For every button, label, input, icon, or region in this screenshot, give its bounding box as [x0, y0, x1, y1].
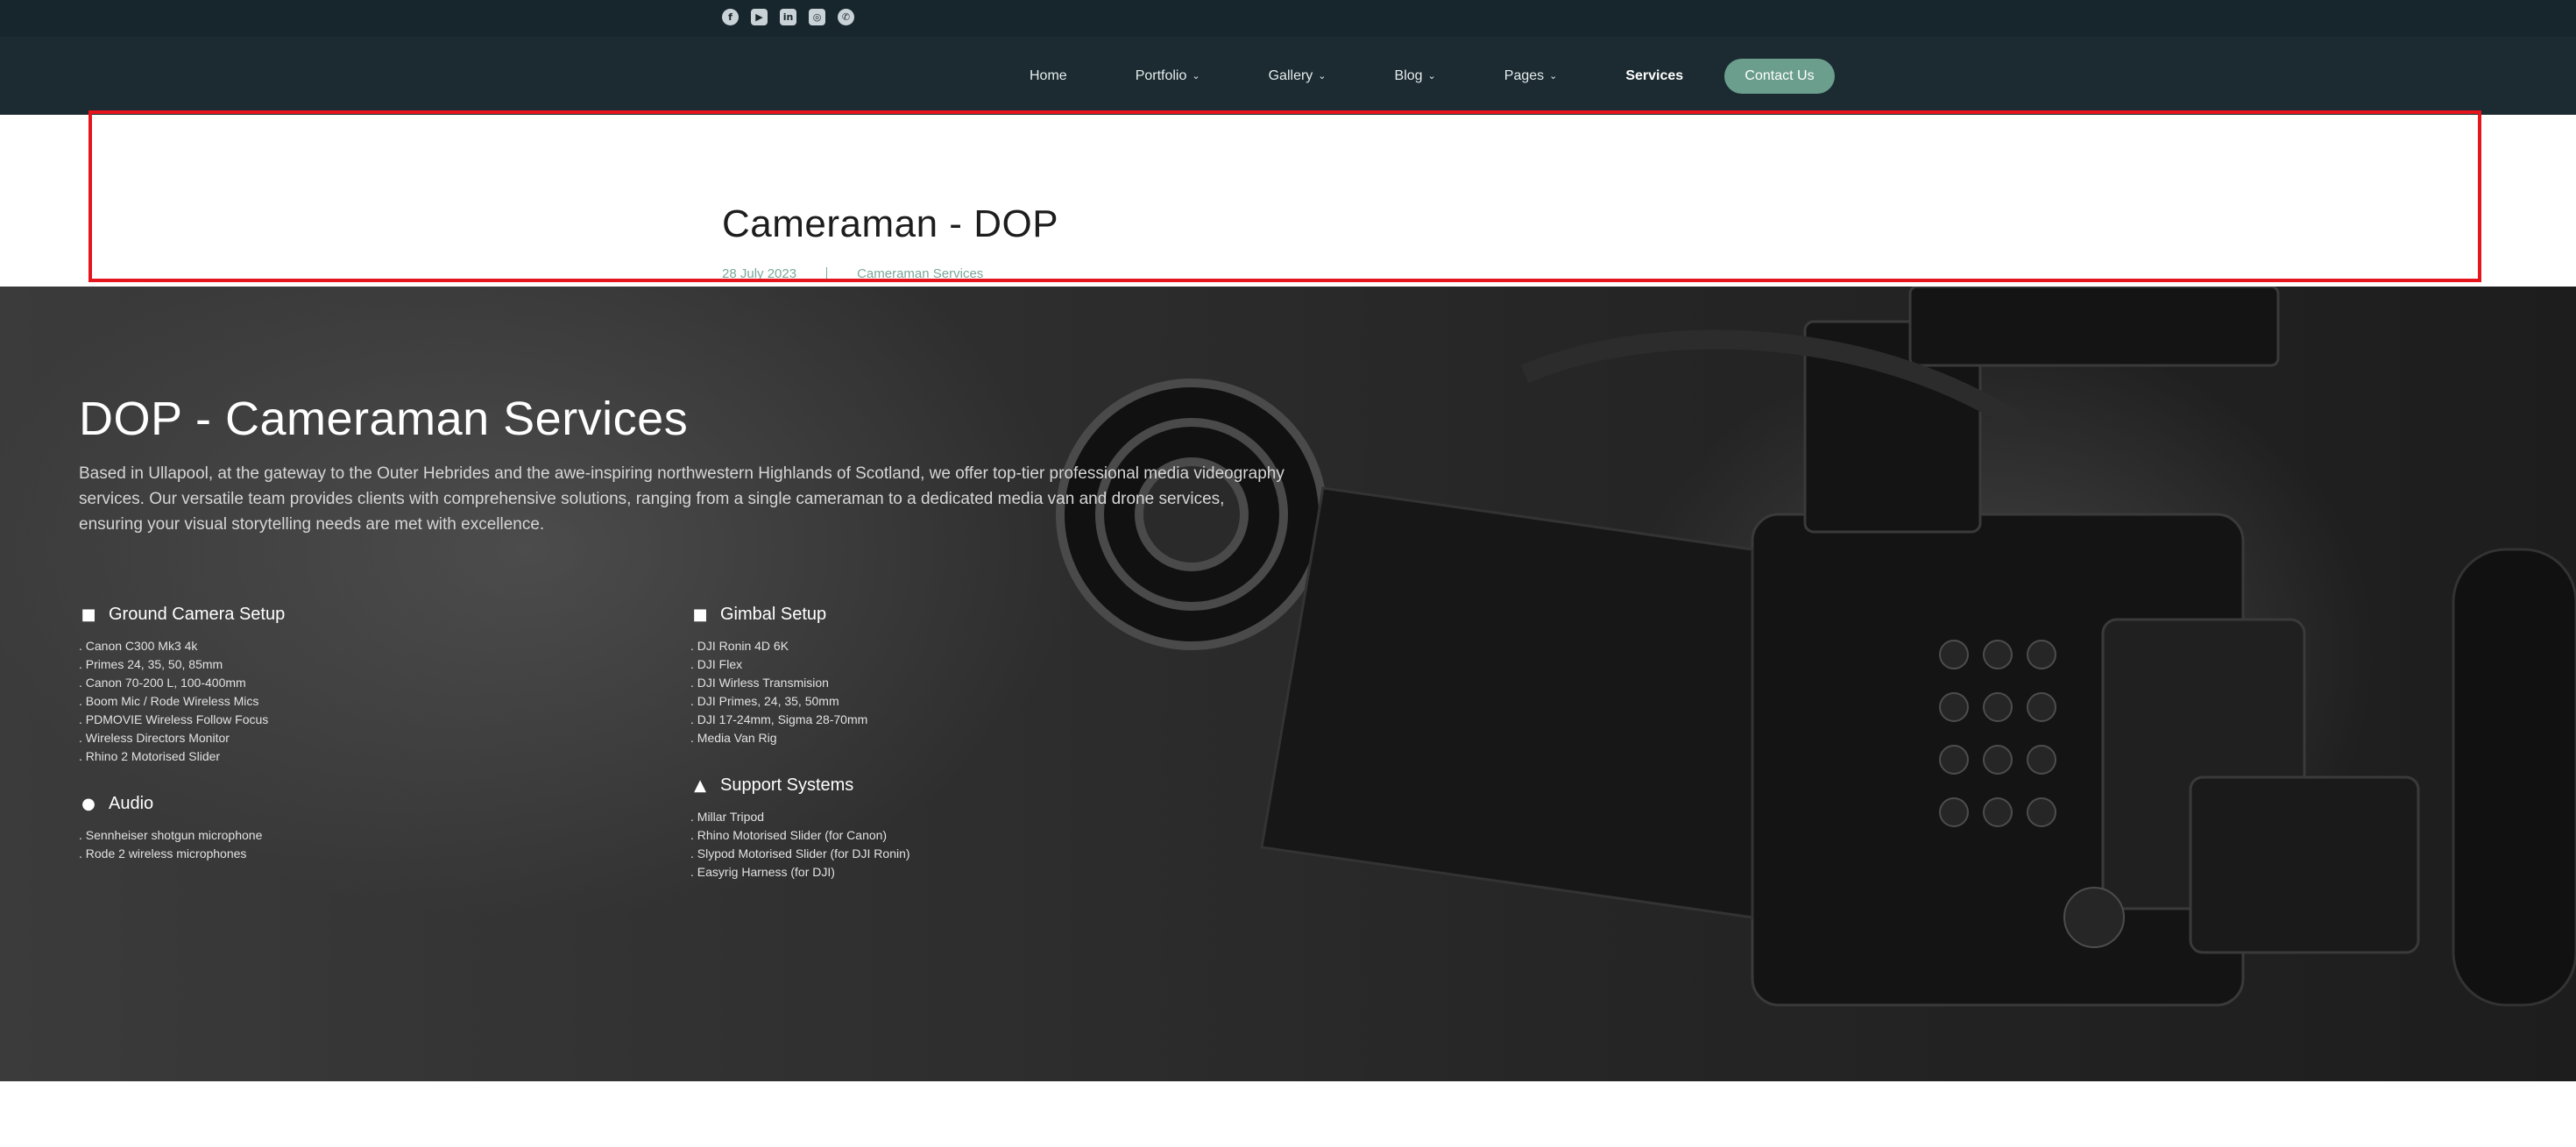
list-item: . Slypod Motorised Slider (for DJI Ronin… — [690, 846, 910, 860]
list-item: . Wireless Directors Monitor — [79, 731, 230, 745]
equipment-column-left: ■ Ground Camera Setup . Canon C300 Mk3 4… — [79, 605, 570, 891]
post-meta: 28 July 2023 Cameraman Services — [722, 266, 983, 281]
list-item: . Millar Tripod — [690, 810, 765, 824]
gimbal-setup: ■ Gimbal Setup . DJI Ronin 4D 6K . DJI F… — [690, 605, 1181, 747]
list-item: . Canon 70-200 L, 100-400mm — [79, 676, 246, 690]
contact-us-button[interactable]: Contact Us — [1724, 59, 1835, 94]
nav-label: Services — [1625, 67, 1684, 83]
camera-background-image — [1056, 287, 2576, 1007]
section-title: Support Systems — [720, 775, 854, 795]
section-heading: ■ Ground Camera Setup — [79, 605, 570, 625]
equipment-list: . Sennheiser shotgun microphone . Rode 2… — [79, 826, 570, 863]
caret-up-icon: ▲ — [694, 776, 706, 795]
list-item: . Canon C300 Mk3 4k — [79, 639, 198, 653]
list-item: . Media Van Rig — [690, 731, 777, 745]
list-item: . DJI Flex — [690, 657, 743, 671]
list-item: . Boom Mic / Rode Wireless Mics — [79, 694, 259, 708]
chevron-down-icon: ⌄ — [1192, 70, 1200, 81]
ground-camera-setup: ■ Ground Camera Setup . Canon C300 Mk3 4… — [79, 605, 570, 766]
page-title: Cameraman - DOP — [722, 202, 1059, 245]
list-item: . Easyrig Harness (for DJI) — [690, 865, 835, 879]
equipment-list: . Millar Tripod . Rhino Motorised Slider… — [690, 808, 1181, 881]
chevron-down-icon: ⌄ — [1318, 70, 1327, 81]
section-title: Gimbal Setup — [720, 605, 827, 624]
section-title: Ground Camera Setup — [109, 605, 286, 624]
social-links: f ▶ in ◎ ✆ — [722, 9, 854, 25]
video-camera-icon: ■ — [692, 605, 708, 624]
list-item: . Rode 2 wireless microphones — [79, 846, 247, 860]
nav-label: Home — [1030, 67, 1067, 83]
hero-description: Based in Ullapool, at the gateway to the… — [79, 464, 1284, 534]
nav-label: Gallery — [1268, 67, 1313, 83]
meta-divider — [826, 266, 828, 281]
list-item: . DJI 17-24mm, Sigma 28-70mm — [690, 712, 868, 726]
post-header: Cameraman - DOP 28 July 2023 Cameraman S… — [0, 115, 2576, 287]
list-item: . Rhino 2 Motorised Slider — [79, 749, 221, 763]
linkedin-icon[interactable]: in — [780, 9, 796, 25]
nav-blog[interactable]: Blog ⌄ — [1395, 68, 1436, 84]
support-systems: ▲ Support Systems . Millar Tripod . Rhin… — [690, 775, 1181, 881]
nav-label: Portfolio — [1135, 67, 1187, 83]
top-social-bar: f ▶ in ◎ ✆ — [0, 0, 2576, 38]
nav-pages[interactable]: Pages ⌄ — [1504, 68, 1558, 84]
nav-label: Pages — [1504, 67, 1545, 83]
list-item: . DJI Ronin 4D 6K — [690, 639, 789, 653]
chevron-down-icon: ⌄ — [1549, 70, 1558, 81]
hero-section: DOP - Cameraman Services Based in Ullapo… — [0, 287, 2576, 1081]
equipment-list: . Canon C300 Mk3 4k . Primes 24, 35, 50,… — [79, 637, 570, 766]
instagram-icon[interactable]: ◎ — [809, 9, 825, 25]
audio-setup: ● Audio . Sennheiser shotgun microphone … — [79, 794, 570, 863]
site-header: Home Portfolio ⌄ Gallery ⌄ Blog ⌄ Pages … — [0, 37, 2576, 115]
nav-services[interactable]: Services — [1625, 68, 1683, 84]
nav-gallery[interactable]: Gallery ⌄ — [1269, 68, 1327, 84]
list-item: . DJI Primes, 24, 35, 50mm — [690, 694, 839, 708]
section-heading: ■ Gimbal Setup — [690, 605, 1181, 625]
list-item: . DJI Wirless Transmision — [690, 676, 829, 690]
chevron-down-icon: ⌄ — [1427, 70, 1436, 81]
section-heading: ▲ Support Systems — [690, 775, 1181, 796]
youtube-icon[interactable]: ▶ — [751, 9, 768, 25]
nav-home[interactable]: Home — [1030, 68, 1067, 84]
whatsapp-icon[interactable]: ✆ — [838, 9, 854, 25]
post-category-link[interactable]: Cameraman Services — [857, 266, 983, 281]
equipment-list: . DJI Ronin 4D 6K . DJI Flex . DJI Wirle… — [690, 637, 1181, 747]
list-item: . Rhino Motorised Slider (for Canon) — [690, 828, 888, 842]
post-date: 28 July 2023 — [722, 266, 797, 281]
hero-title: DOP - Cameraman Services — [79, 393, 689, 445]
nav-portfolio[interactable]: Portfolio ⌄ — [1136, 68, 1200, 84]
section-title: Audio — [109, 794, 154, 813]
list-item: . PDMOVIE Wireless Follow Focus — [79, 712, 269, 726]
facebook-icon[interactable]: f — [722, 9, 739, 25]
microphone-icon: ● — [81, 795, 96, 813]
nav-label: Blog — [1394, 67, 1423, 83]
equipment-column-right: ■ Gimbal Setup . DJI Ronin 4D 6K . DJI F… — [690, 605, 1181, 910]
section-heading: ● Audio — [79, 794, 570, 814]
list-item: . Sennheiser shotgun microphone — [79, 828, 263, 842]
main-nav: Home Portfolio ⌄ Gallery ⌄ Blog ⌄ Pages … — [1030, 37, 1752, 115]
list-item: . Primes 24, 35, 50, 85mm — [79, 657, 223, 671]
video-camera-icon: ■ — [81, 605, 96, 624]
